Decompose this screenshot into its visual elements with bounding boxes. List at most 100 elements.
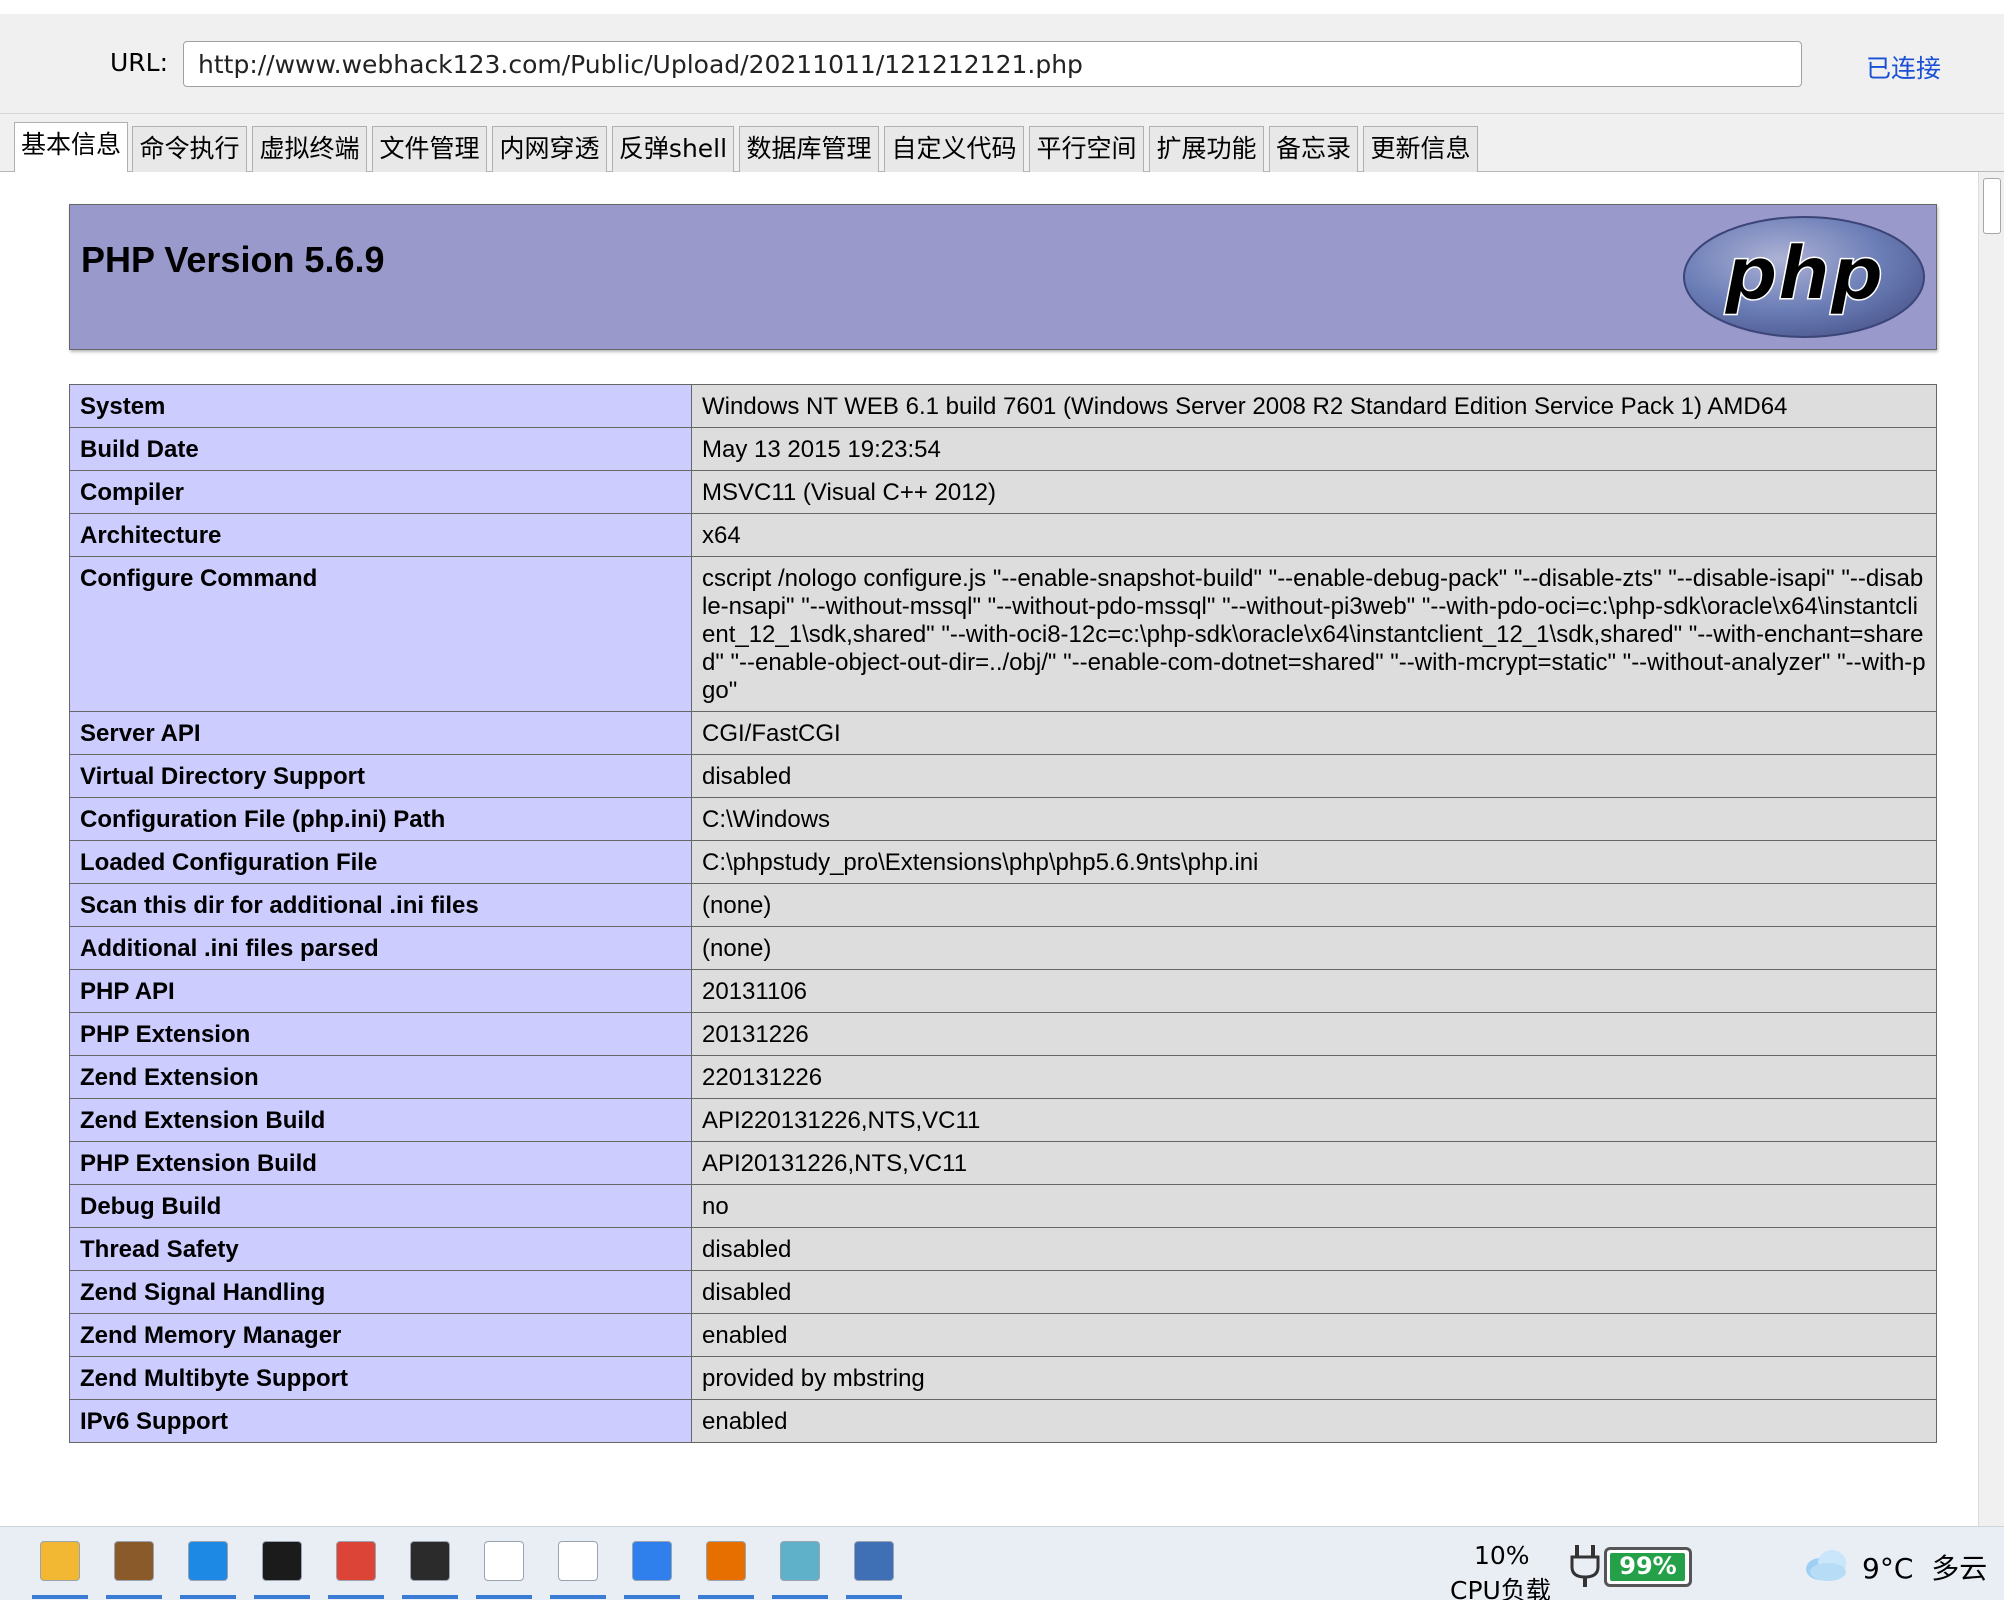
taskbar-running-indicator	[106, 1595, 162, 1599]
weather-desc: 多云	[1931, 1552, 1988, 1585]
weather-temp: 9°C	[1862, 1552, 1914, 1585]
row-value: x64	[691, 513, 1937, 557]
battery-percent: 99%	[1619, 1552, 1677, 1580]
table-row: Zend Extension 220131226	[69, 1055, 1937, 1099]
table-row: Scan this dir for additional .ini files(…	[69, 883, 1937, 927]
table-row: Zend Extension Build API220131226,NTS,VC1…	[69, 1098, 1937, 1142]
table-row: Build Date May 13 2015 19:23:54	[69, 427, 1937, 471]
table-row: PHP Extension 20131226	[69, 1012, 1937, 1056]
vertical-scrollbar[interactable]	[1978, 172, 2004, 1526]
row-value: disabled	[691, 1270, 1937, 1314]
taskbar-running-indicator	[772, 1595, 828, 1599]
taskbar-running-indicator	[328, 1595, 384, 1599]
row-key: Zend Extension	[69, 1055, 692, 1099]
row-value: no	[691, 1184, 1937, 1228]
row-key: Architecture	[69, 513, 692, 557]
row-value: disabled	[691, 754, 1937, 798]
command-prompt-icon[interactable]	[262, 1541, 302, 1581]
row-key: Server API	[69, 711, 692, 755]
tab-reverse-shell[interactable]: 反弹shell	[612, 126, 734, 172]
tab-extensions[interactable]: 扩展功能	[1149, 126, 1264, 172]
battery-indicator[interactable]: 99%	[1604, 1547, 1692, 1587]
row-key: PHP Extension Build	[69, 1141, 692, 1185]
row-key: Scan this dir for additional .ini files	[69, 883, 692, 927]
taskbar-running-indicator	[550, 1595, 606, 1599]
row-value: enabled	[691, 1399, 1937, 1443]
virtual-machine-icon[interactable]	[188, 1541, 228, 1581]
scrollbar-thumb[interactable]	[1983, 178, 2001, 234]
table-row: Compiler MSVC11 (Visual C++ 2012)	[69, 470, 1937, 514]
row-key: IPv6 Support	[69, 1399, 692, 1443]
row-value: MSVC11 (Visual C++ 2012)	[691, 470, 1937, 514]
tab-file-manager[interactable]: 文件管理	[372, 126, 487, 172]
row-key: PHP Extension	[69, 1012, 692, 1056]
taskbar-running-indicator	[846, 1595, 902, 1599]
table-row: Architecture x64	[69, 513, 1937, 557]
row-key: Zend Multibyte Support	[69, 1356, 692, 1400]
terminal-icon[interactable]	[410, 1541, 450, 1581]
tab-parallel-space[interactable]: 平行空间	[1029, 126, 1144, 172]
notepad-icon[interactable]	[780, 1541, 820, 1581]
table-row: Zend Multibyte Support provided by mbstri…	[69, 1356, 1937, 1400]
php-logo: php	[1683, 216, 1925, 338]
row-value: (none)	[691, 926, 1937, 970]
paint-icon[interactable]	[632, 1541, 672, 1581]
url-input[interactable]	[183, 41, 1802, 87]
address-bar: URL: 已连接	[0, 0, 2004, 114]
row-value: 20131106	[691, 969, 1937, 1013]
url-label: URL:	[110, 48, 169, 77]
row-key: PHP API	[69, 969, 692, 1013]
row-value: enabled	[691, 1313, 1937, 1357]
tab-intranet-tunnel[interactable]: 内网穿透	[492, 126, 607, 172]
tab-update-info[interactable]: 更新信息	[1363, 126, 1478, 172]
row-value: cscript /nologo configure.js "--enable-s…	[691, 556, 1937, 712]
row-key: Build Date	[69, 427, 692, 471]
taskbar-running-indicator	[624, 1595, 680, 1599]
taskbar-running-indicator	[180, 1595, 236, 1599]
cpu-percent: 10%	[1474, 1541, 1530, 1570]
table-row: Debug Build no	[69, 1184, 1937, 1228]
blank-document-icon[interactable]	[484, 1541, 524, 1581]
table-row: Loaded Configuration File C:\phpstudy_pro…	[69, 840, 1937, 884]
network-tool-icon[interactable]	[854, 1541, 894, 1581]
typora-icon[interactable]	[558, 1541, 598, 1581]
table-row: Additional .ini files parsed (none)	[69, 926, 1937, 970]
row-value: 20131226	[691, 1012, 1937, 1056]
taskbar-running-indicator	[32, 1595, 88, 1599]
row-key: System	[69, 384, 692, 428]
weather-text[interactable]: 9°C 多云	[1862, 1547, 1987, 1587]
connection-status[interactable]: 已连接	[1866, 49, 1941, 85]
row-key: Debug Build	[69, 1184, 692, 1228]
java-icon[interactable]	[706, 1541, 746, 1581]
phpinfo-view[interactable]: PHP Version 5.6.9 php System Windows NT W…	[0, 172, 1978, 1526]
row-value: Windows NT WEB 6.1 build 7601 (Windows S…	[691, 384, 1937, 428]
taskbar-running-indicator	[254, 1595, 310, 1599]
chrome-icon[interactable]	[336, 1541, 376, 1581]
row-value: CGI/FastCGI	[691, 711, 1937, 755]
php-version-title: PHP Version 5.6.9	[81, 239, 385, 280]
table-row: Zend Memory Manager enabled	[69, 1313, 1937, 1357]
table-row: PHP API 20131106	[69, 969, 1937, 1013]
tab-virtual-terminal[interactable]: 虚拟终端	[252, 126, 367, 172]
tab-custom-code[interactable]: 自定义代码	[884, 126, 1024, 172]
tab-command-exec[interactable]: 命令执行	[132, 126, 247, 172]
cpu-label: CPU负载	[1450, 1576, 1551, 1600]
row-value: (none)	[691, 883, 1937, 927]
table-row: Zend Signal Handling disabled	[69, 1270, 1937, 1314]
file-explorer-icon[interactable]	[40, 1541, 80, 1581]
row-value: disabled	[691, 1227, 1937, 1271]
row-key: Configure Command	[69, 556, 692, 712]
row-value: API220131226,NTS,VC11	[691, 1098, 1937, 1142]
row-key: Zend Signal Handling	[69, 1270, 692, 1314]
row-key: Zend Memory Manager	[69, 1313, 692, 1357]
app-avatar-icon[interactable]	[114, 1541, 154, 1581]
table-row: Configure Command cscript /nologo configu…	[69, 556, 1937, 712]
table-row: Virtual Directory Support disabled	[69, 754, 1937, 798]
phpinfo-header: PHP Version 5.6.9 php	[69, 204, 1937, 350]
tab-memo[interactable]: 备忘录	[1269, 126, 1358, 172]
tab-basic-info[interactable]: 基本信息	[14, 122, 128, 173]
taskbar: 10% CPU负载 99% 9°C 多云	[0, 1526, 2004, 1600]
tab-database-manager[interactable]: 数据库管理	[739, 126, 879, 172]
taskbar-running-indicator	[698, 1595, 754, 1599]
function-tabs: 基本信息 命令执行 虚拟终端 文件管理 内网穿透 反弹shell 数据库管理 自…	[0, 114, 2004, 173]
